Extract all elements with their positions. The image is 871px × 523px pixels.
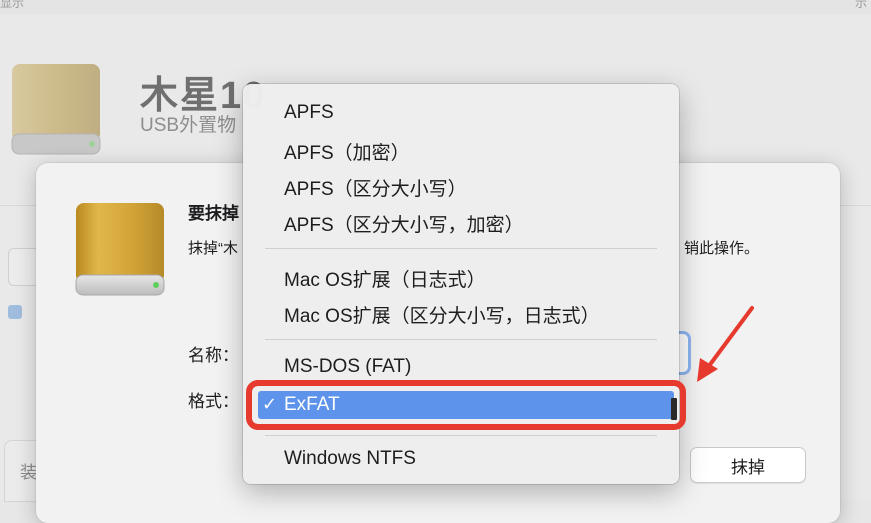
annotation-arrow-icon bbox=[697, 306, 754, 382]
